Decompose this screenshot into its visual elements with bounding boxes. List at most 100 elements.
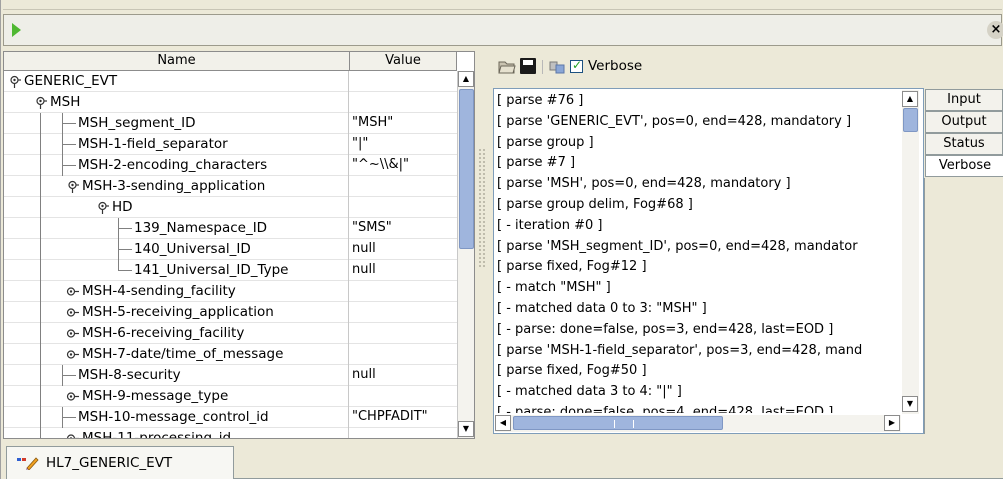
tree-guide-line	[40, 113, 41, 438]
tree-row[interactable]: MSH-4-sending_facility	[4, 281, 457, 302]
tree-cell-value[interactable]: "^~\\&|"	[350, 155, 457, 176]
tree-row[interactable]: GENERIC_EVT	[4, 71, 457, 92]
tree-row[interactable]: 141_Universal_ID_Type null	[4, 260, 457, 281]
tree-guide-line	[62, 134, 63, 155]
log-vertical-scrollbar[interactable]: ▲ ▼	[902, 90, 919, 414]
tree-cell-name: GENERIC_EVT	[4, 71, 349, 92]
log-scroll-thumb[interactable]	[903, 108, 918, 132]
tab-status[interactable]: Status	[925, 133, 1003, 155]
editor-tab-hl7-generic-evt[interactable]: HL7_GENERIC_EVT	[6, 446, 234, 479]
tab-output[interactable]: Output	[925, 111, 1003, 133]
tree-row[interactable]: MSH-2-encoding_characters "^~\\&|"	[4, 155, 457, 176]
tree-row[interactable]: MSH-1-field_separator "|"	[4, 134, 457, 155]
tree-cell-value[interactable]: "CHPFADIT"	[350, 407, 457, 428]
tree-row[interactable]: 140_Universal_ID null	[4, 239, 457, 260]
tree-row[interactable]: MSH-5-receiving_application	[4, 302, 457, 323]
tree-row[interactable]: MSH-6-receiving_facility	[4, 323, 457, 344]
tree-cell-value[interactable]	[350, 71, 457, 92]
tree-node-label: MSH-2-encoding_characters	[78, 157, 268, 173]
node-collapsed-icon[interactable]	[66, 390, 79, 403]
tree-node-label: GENERIC_EVT	[24, 73, 118, 89]
log-scroll-up-button[interactable]: ▲	[902, 91, 918, 107]
node-expanded-icon[interactable]	[34, 96, 47, 109]
tree-cell-value[interactable]	[350, 323, 457, 344]
log-line: [ parse #7 ]	[497, 155, 576, 171]
tree-row[interactable]: MSH-3-sending_application	[4, 176, 457, 197]
folder-open-icon[interactable]	[498, 60, 516, 74]
tree-row[interactable]: MSH-11-processing_id	[4, 428, 457, 439]
tree-cell-name: MSH-7-date/time_of_message	[4, 344, 349, 365]
toolbar-separator	[542, 60, 543, 74]
message-tree-table: Name Value GENERIC_EVT MSH MSH_segment_ID "…	[3, 51, 475, 439]
tree-row[interactable]: MSH-7-date/time_of_message	[4, 344, 457, 365]
find-icon[interactable]	[549, 59, 565, 75]
close-icon[interactable]: ×	[987, 21, 1003, 39]
tree-row[interactable]: MSH	[4, 92, 457, 113]
node-collapsed-icon[interactable]	[66, 327, 79, 340]
tree-node-label: MSH-5-receiving_application	[82, 304, 274, 320]
tree-row[interactable]: MSH-9-message_type	[4, 386, 457, 407]
tree-cell-value[interactable]	[350, 176, 457, 197]
column-header-value[interactable]: Value	[350, 52, 457, 71]
tree-row[interactable]: HD	[4, 197, 457, 218]
tree-cell-value[interactable]	[350, 386, 457, 407]
tree-row[interactable]: 139_Namespace_ID "SMS"	[4, 218, 457, 239]
tree-cell-value[interactable]: null	[350, 365, 457, 386]
node-collapsed-icon[interactable]	[66, 348, 79, 361]
node-expanded-icon[interactable]	[96, 201, 109, 214]
verbose-log-area[interactable]: [ parse #76 ] [ parse 'GENERIC_EVT', pos=…	[493, 88, 924, 434]
log-scroll-down-button[interactable]: ▼	[902, 396, 918, 412]
tree-cell-value[interactable]: "SMS"	[350, 218, 457, 239]
node-collapsed-icon[interactable]	[66, 306, 79, 319]
verbose-checkbox-label[interactable]: Verbose	[588, 57, 642, 75]
tree-cell-value[interactable]	[350, 344, 457, 365]
tree-row[interactable]: MSH_segment_ID "MSH"	[4, 113, 457, 134]
scroll-down-button[interactable]: ▼	[458, 421, 474, 437]
tree-cell-value[interactable]	[350, 281, 457, 302]
log-line: [ parse fixed, Fog#12 ]	[497, 259, 647, 275]
tab-input[interactable]: Input	[925, 89, 1003, 111]
tree-vertical-scrollbar[interactable]: ▲ ▼	[457, 71, 474, 438]
tree-cell-name: 140_Universal_ID	[4, 239, 349, 260]
log-horizontal-scrollbar[interactable]: ◀ ▶	[495, 415, 901, 432]
play-icon[interactable]	[12, 23, 21, 37]
tree-cell-value[interactable]: null	[350, 260, 457, 281]
scroll-thumb[interactable]	[459, 89, 474, 249]
tree-cell-value[interactable]: "MSH"	[350, 113, 457, 134]
tree-cell-name: MSH-9-message_type	[4, 386, 349, 407]
tree-row[interactable]: MSH-10-message_control_id "CHPFADIT"	[4, 407, 457, 428]
column-header-name[interactable]: Name	[4, 52, 350, 71]
log-lines: [ parse #76 ] [ parse 'GENERIC_EVT', pos=…	[497, 91, 900, 413]
tree-node-label: MSH-1-field_separator	[78, 136, 228, 152]
splitter-handle[interactable]	[478, 148, 486, 268]
log-horizontal-thumb[interactable]	[513, 416, 723, 430]
tree-guide-line	[118, 260, 119, 271]
tree-cell-value[interactable]	[350, 302, 457, 323]
node-collapsed-icon[interactable]	[66, 285, 79, 298]
tree-cell-value[interactable]	[350, 428, 457, 438]
tree-cell-value[interactable]	[350, 92, 457, 113]
log-scroll-right-button[interactable]: ▶	[884, 415, 900, 431]
verbose-checkbox[interactable]	[570, 58, 583, 73]
tree-cell-value[interactable]	[350, 197, 457, 218]
tree-row[interactable]: MSH-8-security null	[4, 365, 457, 386]
scroll-up-button[interactable]: ▲	[458, 71, 474, 87]
log-line: [ parse 'MSH_segment_ID', pos=0, end=428…	[497, 238, 858, 254]
tab-verbose[interactable]: Verbose	[925, 155, 1003, 177]
tree-cell-name: MSH-10-message_control_id	[4, 407, 349, 428]
save-icon[interactable]	[520, 58, 536, 74]
log-line: [ - matched data 0 to 3: "MSH" ]	[497, 300, 707, 316]
tree-guide-line	[118, 239, 119, 260]
tree-node-label: 141_Universal_ID_Type	[134, 262, 289, 278]
editor-tab-label: HL7_GENERIC_EVT	[46, 455, 173, 471]
log-scroll-left-button[interactable]: ◀	[495, 415, 511, 431]
tree-cell-value[interactable]: "|"	[350, 134, 457, 155]
node-expanded-icon[interactable]	[8, 75, 21, 88]
log-line: [ - iteration #0 ]	[497, 217, 603, 233]
node-collapsed-icon[interactable]	[66, 432, 79, 439]
tree-node-label: MSH-11-processing_id	[82, 430, 232, 439]
node-expanded-icon[interactable]	[66, 180, 79, 193]
tree-node-label: MSH-6-receiving_facility	[82, 325, 245, 341]
tree-cell-value[interactable]: null	[350, 239, 457, 260]
top-strip	[3, 0, 1002, 10]
